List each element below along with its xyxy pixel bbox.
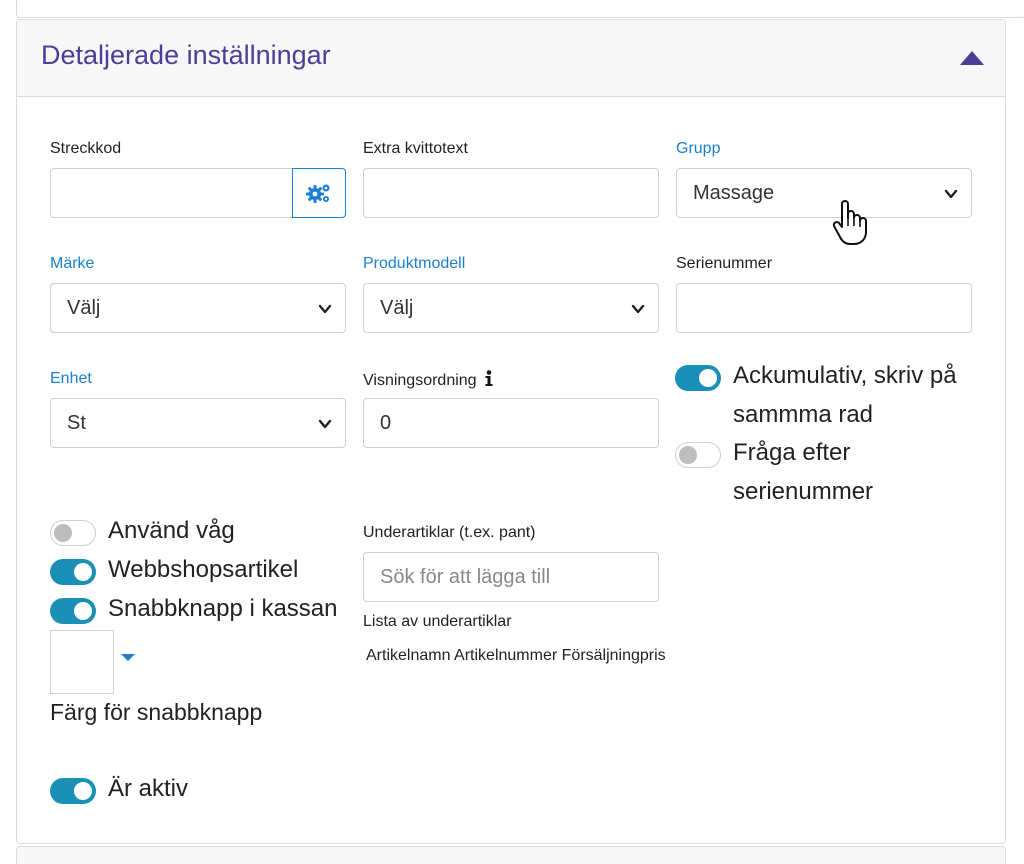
webbshop-toggle[interactable] [50,559,96,585]
enhet-select[interactable]: St [50,398,346,448]
ackumulativ-toggle[interactable] [675,365,721,391]
caret-down-icon[interactable] [121,654,135,662]
snabbknapp-color-swatch[interactable] [50,630,114,694]
produktmodell-select[interactable]: Välj [363,283,659,333]
ackumulativ-label-line2: sammma rad [733,401,874,428]
toggle-knob [54,524,72,542]
chevron-down-icon [944,189,958,199]
streckkod-label: Streckkod [50,140,122,157]
grupp-selected: Massage [693,181,775,204]
produktmodell-selected: Välj [380,296,414,319]
info-icon[interactable] [484,370,494,386]
visningsordning-label-text: Visningsordning [363,372,477,389]
marke-select[interactable]: Välj [50,283,346,333]
enhet-label: Enhet [50,370,92,387]
chevron-down-icon [631,304,645,314]
anvand-vag-label: Använd våg [108,517,235,544]
grupp-select[interactable]: Massage [676,168,972,218]
ar-aktiv-toggle[interactable] [50,778,96,804]
fraga-serienummer-toggle[interactable] [675,442,721,468]
generate-barcode-button[interactable] [292,168,346,218]
column-forsaljningspris: Försäljningpris [561,647,666,664]
panel-title: Detaljerade inställningar [41,40,331,70]
hand-cursor-icon [832,200,867,245]
extra-kvittotext-input[interactable] [363,168,659,218]
snabbknapp-label: Snabbknapp i kassan [108,595,338,622]
previous-panel [16,0,1024,18]
snabbknapp-color-label: Färg för snabbknapp [50,699,263,725]
extra-kvittotext-label: Extra kvittotext [363,140,468,157]
ar-aktiv-label: Är aktiv [108,775,189,802]
toggle-knob [679,446,697,464]
panel-header[interactable]: Detaljerade inställningar [17,20,1005,97]
chevron-down-icon [318,304,332,314]
marke-selected: Välj [67,296,101,319]
toggle-knob [74,602,92,620]
visningsordning-input[interactable]: 0 [363,398,659,448]
serienummer-label: Serienummer [676,255,773,272]
toggle-knob [74,782,92,800]
subitems-table-header: Artikelnamn Artikelnummer Försäljningpri… [366,647,666,665]
visningsordning-value: 0 [380,411,392,434]
chevron-down-icon [318,419,332,429]
enhet-selected: St [67,411,86,434]
next-panel [16,846,1006,864]
fraga-serienummer-label-line1: Fråga efter [733,439,851,466]
snabbknapp-toggle[interactable] [50,598,96,624]
collapse-triangle-icon[interactable] [959,50,985,66]
underartiklar-search-placeholder: Sök för att lägga till [380,565,551,588]
produktmodell-label: Produktmodell [363,255,466,272]
visningsordning-label: Visningsordning [363,370,494,390]
underartiklar-list-label: Lista av underartiklar [363,613,512,630]
grupp-label: Grupp [676,140,721,157]
anvand-vag-toggle[interactable] [50,520,96,546]
underartiklar-search-input[interactable]: Sök för att lägga till [363,552,659,602]
marke-label: Märke [50,255,95,272]
column-artikelnummer: Artikelnummer [454,647,558,664]
underartiklar-label: Underartiklar (t.ex. pant) [363,524,536,541]
fraga-serienummer-label-line2: serienummer [733,478,874,505]
gears-icon [306,184,330,203]
serienummer-input[interactable] [676,283,972,333]
column-artikelnamn: Artikelnamn [366,647,451,664]
ackumulativ-label-line1: Ackumulativ, skriv på [733,362,957,389]
toggle-knob [699,369,717,387]
webbshop-label: Webbshopsartikel [108,556,299,583]
toggle-knob [74,563,92,581]
streckkod-input[interactable] [50,168,294,218]
